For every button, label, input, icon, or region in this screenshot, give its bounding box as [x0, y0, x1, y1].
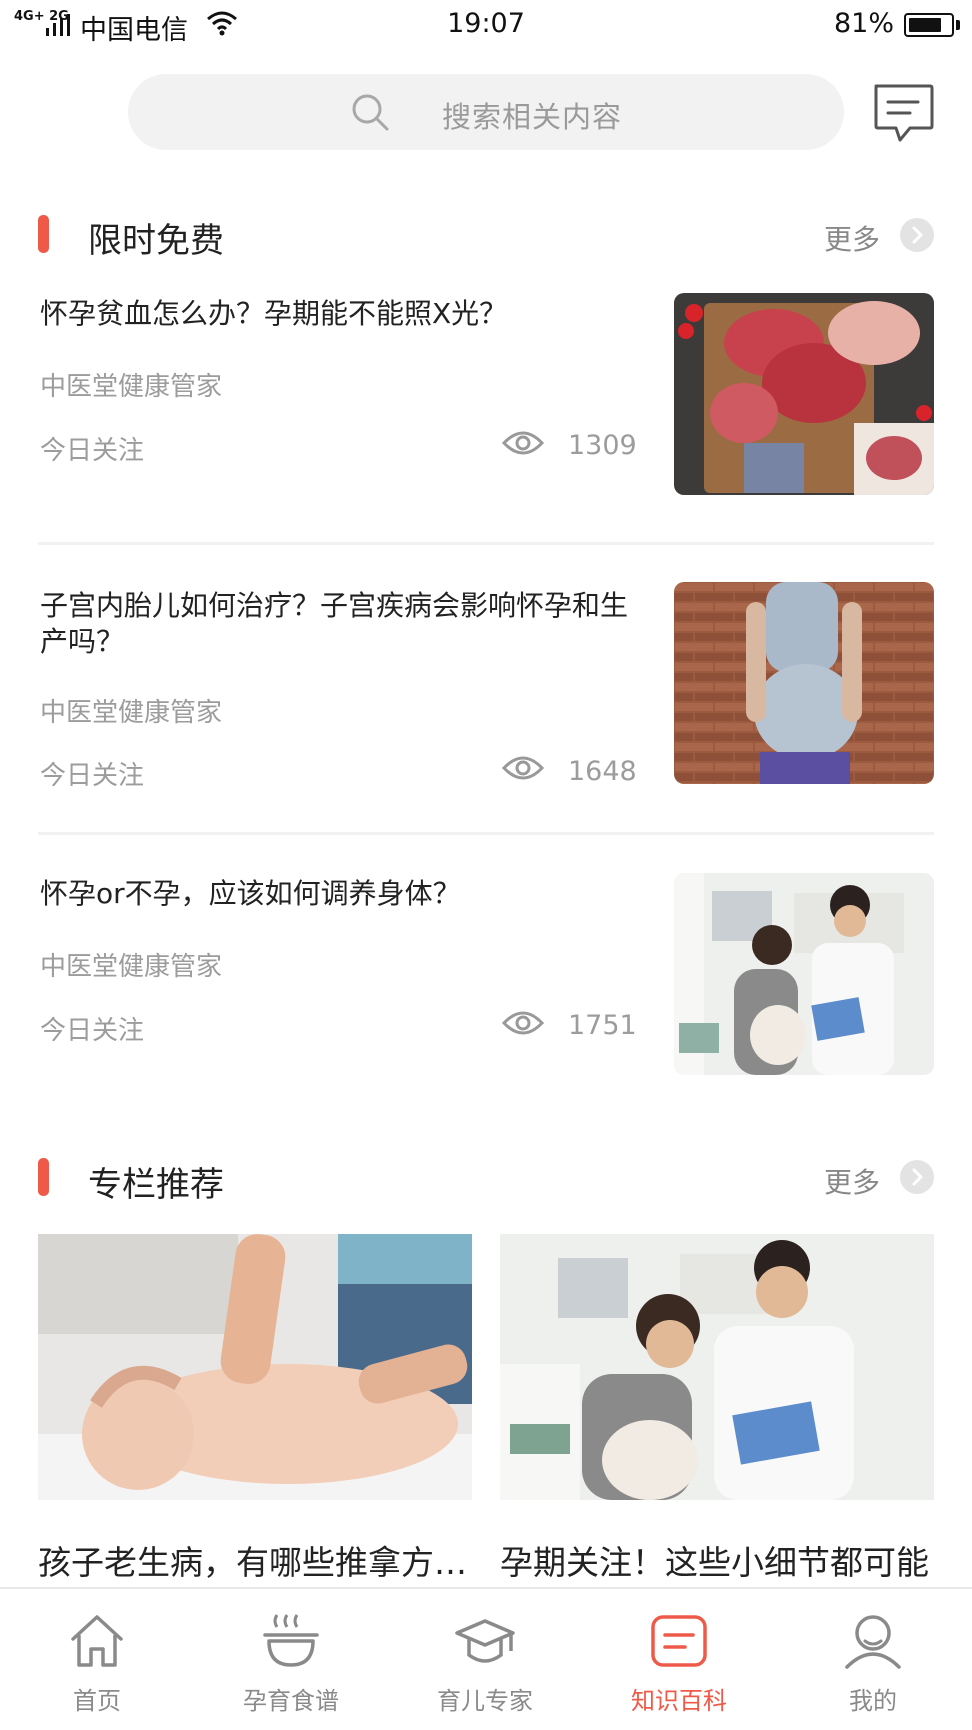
message-icon[interactable]	[870, 80, 936, 146]
article-tag: 今日关注	[40, 1016, 145, 1046]
battery-icon	[904, 13, 954, 37]
divider	[38, 832, 934, 835]
battery-level	[909, 18, 941, 32]
nav-item-knowledge[interactable]: 知识百科	[582, 1589, 776, 1730]
baby-massage-image	[38, 1234, 472, 1500]
divider	[38, 542, 934, 545]
bottom-nav: 首页 孕育食谱 育儿专家 知识百科 我的	[0, 1587, 972, 1730]
pregnant-woman-image	[674, 582, 934, 784]
section-accent-bar	[38, 1158, 49, 1196]
view-count: 1309	[568, 430, 637, 461]
column-card-title[interactable]: 孕期关注！这些小细节都可能	[500, 1536, 940, 1584]
search-placeholder: 搜索相关内容	[442, 100, 623, 134]
view-count: 1751	[568, 1010, 637, 1041]
article-thumbnail[interactable]	[674, 293, 934, 495]
article-source: 中医堂健康管家	[40, 698, 223, 728]
article-tag: 今日关注	[40, 436, 145, 466]
doctor-consultation-image	[500, 1234, 934, 1500]
column-card-image[interactable]	[38, 1234, 472, 1500]
search-icon	[352, 94, 389, 131]
more-link-column[interactable]: 更多	[824, 1161, 880, 1201]
article-thumbnail[interactable]	[674, 873, 934, 1075]
nav-label: 首页	[73, 1687, 121, 1715]
doctor-consultation-image	[674, 873, 934, 1075]
nav-label: 我的	[849, 1687, 897, 1715]
user-icon	[845, 1615, 901, 1669]
nav-item-experts[interactable]: 育儿专家	[388, 1589, 582, 1730]
nav-label: 知识百科	[631, 1687, 727, 1715]
section-title-free: 限时免费	[88, 221, 224, 261]
graduation-cap-icon	[455, 1619, 515, 1663]
section-title-column: 专栏推荐	[88, 1165, 224, 1205]
eye-icon	[502, 756, 544, 780]
section-accent-bar	[38, 215, 49, 253]
column-card-image[interactable]	[500, 1234, 934, 1500]
battery-tip	[956, 20, 960, 30]
nav-item-profile[interactable]: 我的	[776, 1589, 970, 1730]
article-tag: 今日关注	[40, 761, 145, 791]
bowl-icon	[263, 1614, 319, 1667]
eye-icon	[502, 431, 544, 455]
article-source: 中医堂健康管家	[40, 372, 223, 402]
document-icon	[651, 1615, 707, 1667]
eye-icon	[502, 1011, 544, 1035]
chevron-right-icon[interactable]	[900, 1160, 934, 1194]
more-link-free[interactable]: 更多	[824, 218, 880, 258]
article-title[interactable]: 怀孕贫血怎么办？孕期能不能照X光？	[40, 296, 640, 332]
search-bar[interactable]: 搜索相关内容	[128, 74, 844, 150]
nav-label: 育儿专家	[437, 1687, 533, 1715]
article-source: 中医堂健康管家	[40, 952, 223, 982]
battery-percent: 81%	[833, 8, 894, 39]
clock: 19:07	[447, 8, 525, 39]
home-icon	[71, 1615, 123, 1667]
article-title[interactable]: 怀孕or不孕，应该如何调养身体？	[40, 876, 640, 912]
chevron-right-icon[interactable]	[900, 218, 934, 252]
status-bar: 4G+ 2G 中国电信 19:07 81%	[0, 0, 972, 52]
nav-item-recipes[interactable]: 孕育食谱	[194, 1589, 388, 1730]
view-count: 1648	[568, 756, 637, 787]
meat-image	[674, 293, 934, 495]
nav-item-home[interactable]: 首页	[0, 1589, 194, 1730]
column-card-title[interactable]: 孩子老生病，有哪些推拿方法？	[38, 1536, 478, 1584]
article-title[interactable]: 子宫内胎儿如何治疗？子宫疾病会影响怀孕和生产吗？	[40, 588, 640, 660]
article-thumbnail[interactable]	[674, 582, 934, 784]
nav-label: 孕育食谱	[243, 1687, 339, 1715]
